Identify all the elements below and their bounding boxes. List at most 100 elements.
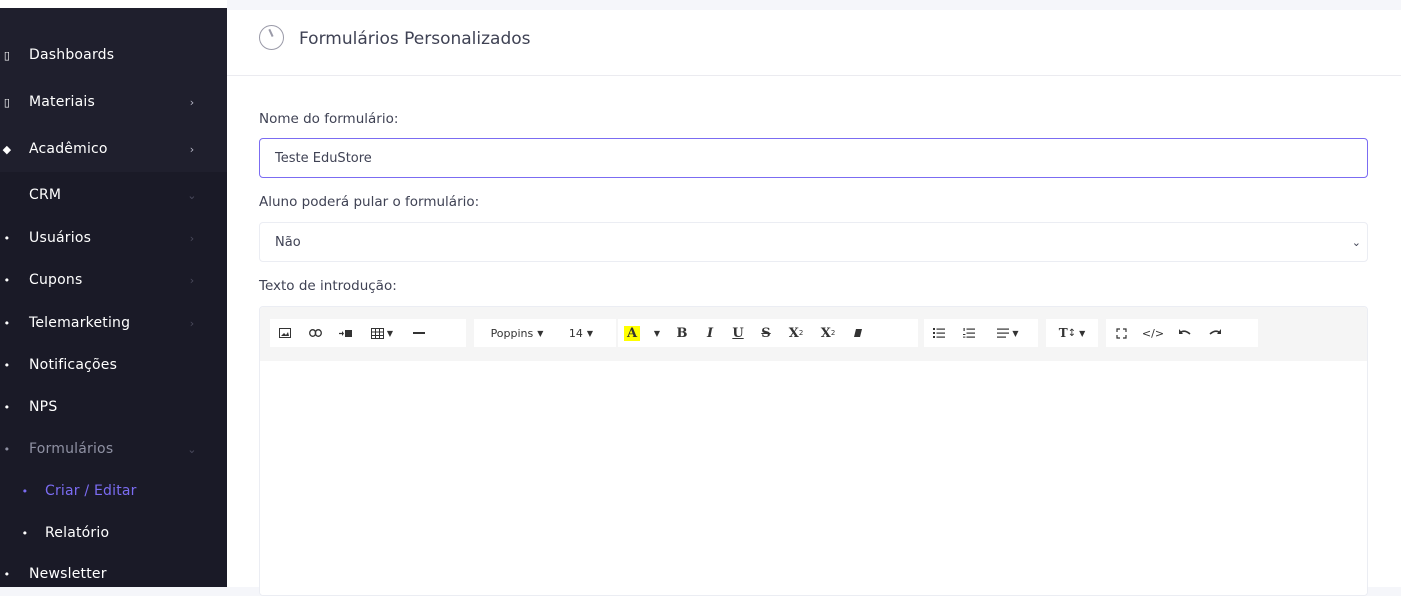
bullet-icon: • (3, 567, 11, 581)
italic-button[interactable]: I (696, 319, 724, 347)
bullet-icon: • (21, 484, 29, 498)
dashboard-icon: ▯ (3, 48, 11, 62)
sidebar: ▯ Dashboards ▯ Materiais › ◆ Acadêmico ›… (0, 0, 227, 587)
chevron-right-icon: › (189, 95, 195, 109)
sidebar-item-academico[interactable]: ◆ Acadêmico › (0, 128, 227, 170)
highlight-color-button[interactable]: A (618, 319, 646, 347)
superscript-label: X (788, 325, 799, 341)
sidebar-item-label: Cupons (29, 272, 83, 288)
graduation-cap-icon: ◆ (2, 142, 12, 156)
sidebar-top-strip (0, 0, 227, 8)
font-size-select[interactable]: 14 ▼ (560, 319, 602, 347)
chevron-down-icon: ⌄ (187, 188, 197, 202)
horizontal-rule-icon[interactable] (404, 319, 434, 347)
chevron-down-icon: ⌄ (1351, 236, 1361, 249)
materials-icon: ▯ (3, 95, 11, 109)
undo-icon[interactable] (1170, 319, 1200, 347)
top-spacer (227, 0, 1401, 10)
form-name-value: Teste EduStore (275, 150, 372, 166)
bullet-icon: • (3, 358, 11, 372)
bullet-icon: • (3, 400, 11, 414)
sidebar-item-cupons[interactable]: • Cupons › (0, 259, 227, 301)
sidebar-item-label: Notificações (29, 357, 118, 373)
sidebar-item-newsletter[interactable]: • Newsletter (0, 553, 227, 587)
main-content: Formulários Personalizados Nome do formu… (227, 0, 1401, 596)
text-height-dropdown[interactable]: T ↕ ▼ (1046, 319, 1098, 347)
skip-form-label: Aluno poderá pular o formulário: (259, 194, 480, 210)
font-family-select[interactable]: Poppins ▼ (474, 319, 560, 347)
sidebar-item-label: Acadêmico (29, 141, 108, 157)
subscript-label: X (820, 325, 831, 341)
editor-content-area[interactable] (260, 361, 1367, 595)
ordered-list-icon[interactable] (954, 319, 984, 347)
redo-icon[interactable] (1200, 319, 1230, 347)
chevron-right-icon: › (189, 231, 195, 245)
skip-form-value: Não (275, 234, 301, 250)
fullscreen-icon[interactable] (1106, 319, 1136, 347)
subscript-button[interactable]: X2 (812, 319, 844, 347)
sidebar-item-criar-editar[interactable]: • Criar / Editar (0, 470, 227, 512)
sidebar-item-label: Criar / Editar (45, 483, 137, 499)
sidebar-item-label: CRM (29, 187, 62, 203)
bullet-icon: • (3, 442, 11, 456)
sidebar-item-usuarios[interactable]: • Usuários › (0, 217, 227, 259)
sidebar-item-label: Materiais (29, 94, 95, 110)
highlight-color-icon: A (623, 325, 641, 341)
rich-text-editor: ▼ Poppins ▼ 14 ▼ A ▼ B I U S X 2 X 2 ▼ T… (259, 306, 1368, 596)
sidebar-item-crm[interactable]: CRM ⌄ (0, 174, 227, 216)
intro-text-label: Texto de introdução: (259, 278, 397, 294)
editor-toolbar: ▼ Poppins ▼ 14 ▼ A ▼ B I U S X 2 X 2 ▼ T… (260, 307, 1367, 361)
form-name-input[interactable]: Teste EduStore (259, 138, 1368, 178)
highlight-color-dropdown[interactable]: ▼ (646, 319, 668, 347)
text-height-icon: T (1058, 326, 1068, 340)
font-family-value: Poppins (490, 326, 534, 340)
sidebar-item-notificacoes[interactable]: • Notificações (0, 344, 227, 386)
toolbar-insert-group: ▼ (270, 319, 466, 347)
bullet-icon: • (3, 316, 11, 330)
bullet-icon: • (21, 526, 29, 540)
chevron-right-icon: › (189, 316, 195, 330)
toolbar-misc-group: </> (1106, 319, 1258, 347)
align-dropdown[interactable]: ▼ (984, 319, 1032, 347)
bullet-list-icon[interactable] (924, 319, 954, 347)
skip-form-select[interactable]: Não ⌄ (259, 222, 1368, 262)
chevron-down-icon: ⌄ (187, 442, 197, 456)
table-icon[interactable]: ▼ (360, 319, 404, 347)
page-title: Formulários Personalizados (299, 29, 531, 49)
picture-icon[interactable] (270, 319, 300, 347)
sidebar-item-label: NPS (29, 399, 58, 415)
code-view-button[interactable]: </> (1136, 319, 1170, 347)
sidebar-item-label: Telemarketing (29, 315, 131, 331)
sidebar-item-telemarketing[interactable]: • Telemarketing › (0, 302, 227, 344)
toolbar-list-group: ▼ (924, 319, 1038, 347)
align-left-icon (997, 328, 1010, 338)
sidebar-item-label: Formulários (29, 441, 114, 457)
bold-button[interactable]: B (668, 319, 696, 347)
sidebar-item-relatorio[interactable]: • Relatório (0, 512, 227, 554)
chevron-right-icon: › (189, 273, 195, 287)
bullet-icon: • (3, 273, 11, 287)
timer-icon (259, 25, 284, 50)
toolbar-textsize-group: T ↕ ▼ (1046, 319, 1098, 347)
font-size-value: 14 (568, 326, 583, 340)
video-icon[interactable] (330, 319, 360, 347)
form-name-label: Nome do formulário: (259, 111, 399, 127)
chevron-right-icon: › (189, 142, 195, 156)
toolbar-style-group: A ▼ B I U S X2 X2 (618, 319, 918, 347)
superscript-button[interactable]: X2 (780, 319, 812, 347)
page-header: Formulários Personalizados (227, 10, 1401, 76)
sidebar-item-label: Usuários (29, 230, 92, 246)
sidebar-item-label: Dashboards (29, 47, 115, 63)
sidebar-item-formularios[interactable]: • Formulários ⌄ (0, 428, 227, 470)
bullet-icon: • (3, 231, 11, 245)
underline-button[interactable]: U (724, 319, 752, 347)
strikethrough-button[interactable]: S (752, 319, 780, 347)
link-icon[interactable] (300, 319, 330, 347)
sidebar-item-nps[interactable]: • NPS (0, 386, 227, 428)
eraser-icon[interactable] (844, 319, 872, 347)
sidebar-item-dashboards[interactable]: ▯ Dashboards (0, 34, 227, 76)
sidebar-item-label: Newsletter (29, 566, 107, 582)
sidebar-item-label: Relatório (45, 525, 110, 541)
sidebar-item-materiais[interactable]: ▯ Materiais › (0, 81, 227, 123)
toolbar-font-group: Poppins ▼ 14 ▼ (474, 319, 616, 347)
